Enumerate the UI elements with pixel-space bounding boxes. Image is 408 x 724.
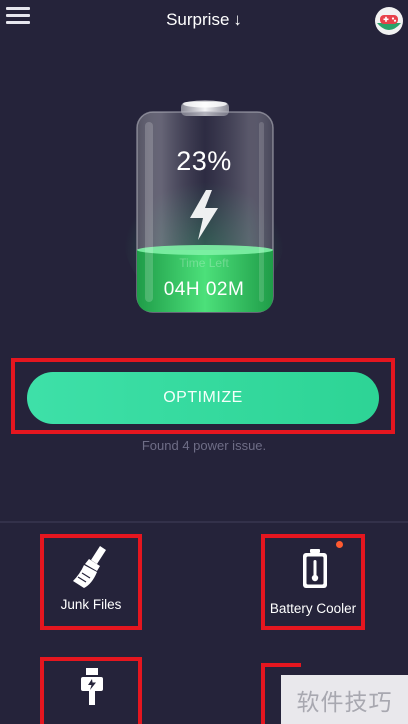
- battery-cooler-tile[interactable]: Battery Cooler: [261, 534, 365, 630]
- time-left-value: 04H 02M: [163, 279, 245, 300]
- power-issue-status: Found 4 power issue.: [141, 438, 267, 453]
- charging-tile[interactable]: [40, 657, 142, 724]
- lightning-bolt-icon: [184, 188, 224, 242]
- header-title-text: Surprise: [166, 10, 230, 29]
- junk-files-tile[interactable]: Junk Files: [40, 534, 142, 630]
- arrow-down-icon: ↓: [233, 10, 242, 29]
- battery-cooler-label: Battery Cooler: [269, 601, 357, 616]
- battery-percent: 23%: [176, 146, 232, 176]
- junk-files-label: Junk Files: [60, 597, 122, 612]
- plug-icon: [77, 667, 107, 707]
- watermark: 软件技巧: [281, 675, 408, 724]
- notification-dot: [336, 541, 343, 548]
- gamepad-icon[interactable]: [373, 4, 405, 38]
- thermometer-battery-icon: [301, 548, 329, 590]
- header-title[interactable]: Surprise ↓: [0, 10, 408, 30]
- optimize-button[interactable]: OPTIMIZE: [27, 372, 379, 424]
- broom-icon: [70, 544, 114, 590]
- section-divider: [0, 521, 408, 523]
- time-left-label: Time Left: [179, 256, 229, 270]
